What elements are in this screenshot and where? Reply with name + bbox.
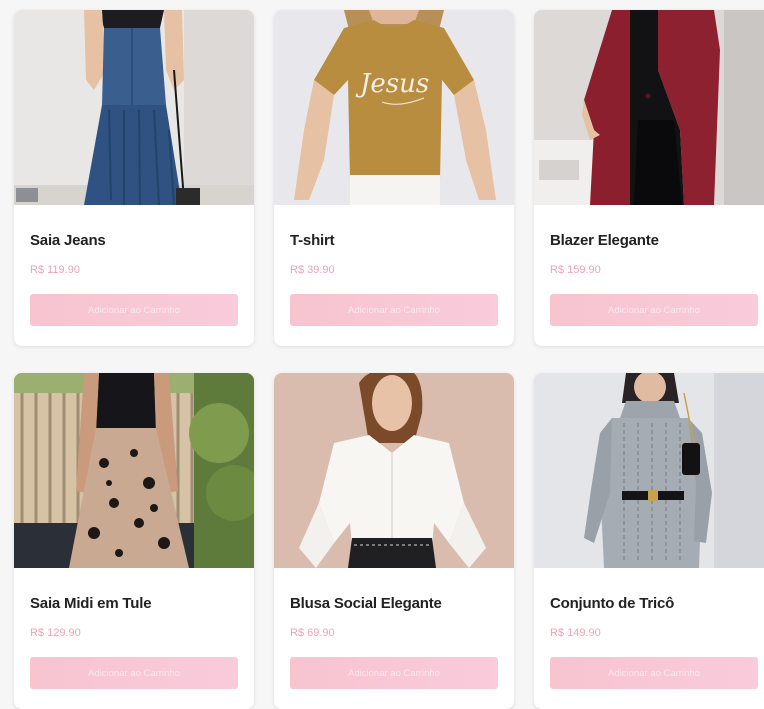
product-image[interactable]: [274, 373, 514, 568]
product-card[interactable]: Blazer Elegante R$ 159.90 Adicionar ao C…: [534, 10, 764, 346]
add-to-cart-button[interactable]: Adicionar ao Carrinho: [30, 294, 238, 326]
product-grid: Saia Jeans R$ 119.90 Adicionar ao Carrin…: [0, 0, 764, 709]
product-price: R$ 129.90: [30, 627, 81, 639]
print-text: Jesus: [355, 69, 429, 99]
product-card[interactable]: Conjunto de Tricô R$ 149.90 Adicionar ao…: [534, 373, 764, 709]
product-card[interactable]: Jesus T-shirt R$ 39.90 Adicionar ao Carr…: [274, 10, 514, 346]
product-image[interactable]: Jesus: [274, 10, 514, 205]
product-name[interactable]: Saia Jeans: [30, 232, 106, 249]
product-name[interactable]: T-shirt: [290, 232, 335, 249]
product-name[interactable]: Saia Midi em Tule: [30, 595, 152, 612]
add-to-cart-button[interactable]: Adicionar ao Carrinho: [290, 294, 498, 326]
product-price: R$ 159.90: [550, 264, 601, 276]
product-price: R$ 69.90: [290, 627, 335, 639]
product-card[interactable]: Blusa Social Elegante R$ 69.90 Adicionar…: [274, 373, 514, 709]
add-to-cart-button[interactable]: Adicionar ao Carrinho: [290, 657, 498, 689]
product-image[interactable]: [14, 10, 254, 205]
product-image[interactable]: [534, 373, 764, 568]
product-name[interactable]: Blusa Social Elegante: [290, 595, 442, 612]
burgundy-blazer-photo: [534, 10, 764, 205]
add-to-cart-button[interactable]: Adicionar ao Carrinho: [550, 657, 758, 689]
product-card[interactable]: Saia Midi em Tule R$ 129.90 Adicionar ao…: [14, 373, 254, 709]
knit-set-photo: [534, 373, 764, 568]
product-name[interactable]: Conjunto de Tricô: [550, 595, 674, 612]
add-to-cart-button[interactable]: Adicionar ao Carrinho: [30, 657, 238, 689]
tulle-skirt-photo: [14, 373, 254, 568]
white-blouse-photo: [274, 373, 514, 568]
denim-skirt-photo: [14, 10, 254, 205]
product-card[interactable]: Saia Jeans R$ 119.90 Adicionar ao Carrin…: [14, 10, 254, 346]
product-price: R$ 39.90: [290, 264, 335, 276]
product-price: R$ 119.90: [30, 264, 80, 276]
product-image[interactable]: [534, 10, 764, 205]
mustard-tshirt-photo: Jesus: [274, 10, 514, 205]
product-image[interactable]: [14, 373, 254, 568]
product-price: R$ 149.90: [550, 627, 601, 639]
product-name[interactable]: Blazer Elegante: [550, 232, 659, 249]
add-to-cart-button[interactable]: Adicionar ao Carrinho: [550, 294, 758, 326]
